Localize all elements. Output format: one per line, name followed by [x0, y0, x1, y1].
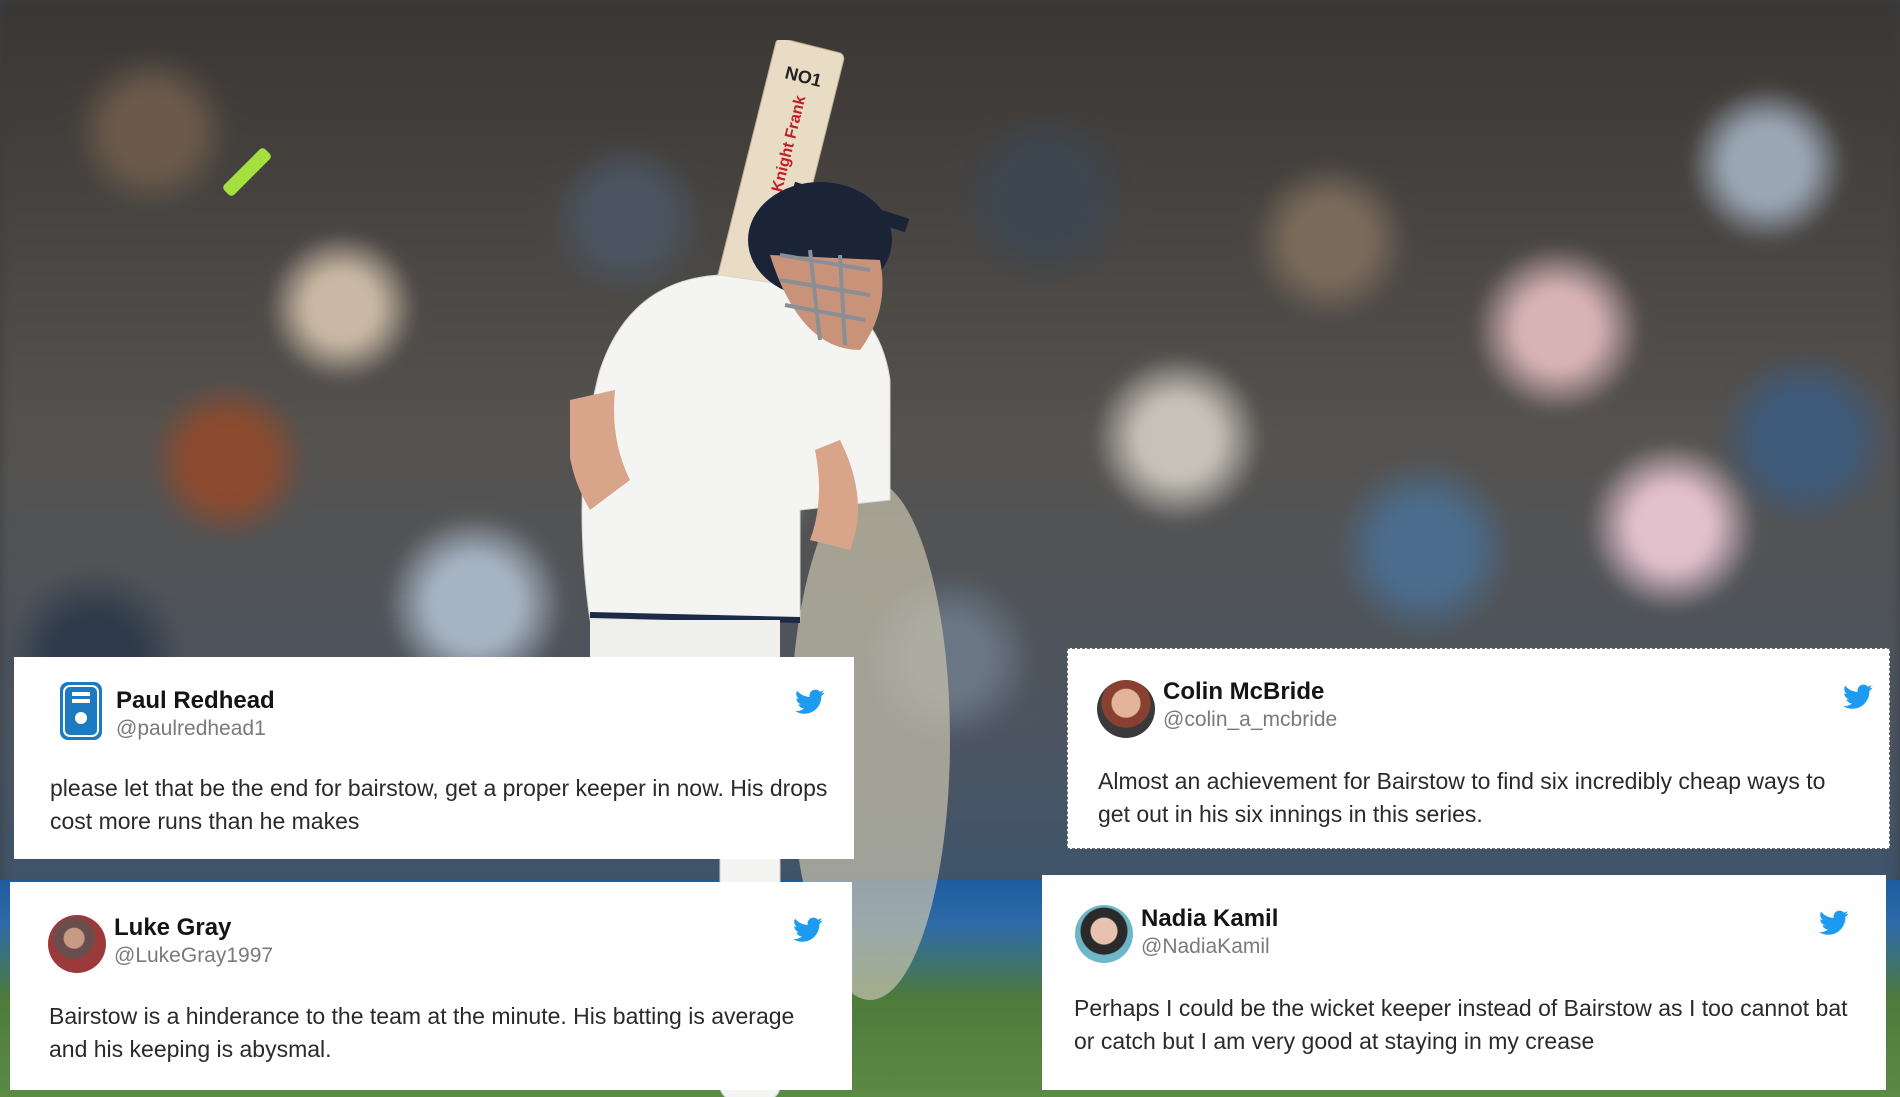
tweet-card: Colin McBride @colin_a_mcbride Almost an…	[1067, 648, 1890, 849]
profile-photo-icon	[1097, 680, 1155, 738]
tweet-author-name: Nadia Kamil	[1141, 905, 1279, 932]
profile-photo-icon	[1075, 905, 1133, 963]
twitter-bird-icon[interactable]	[1843, 684, 1873, 710]
tweet-author-name: Luke Gray	[114, 914, 232, 941]
tweet-card: Luke Gray @LukeGray1997 Bairstow is a hi…	[10, 882, 852, 1090]
tweet-author-name: Paul Redhead	[116, 687, 275, 714]
twitter-bird-icon[interactable]	[793, 917, 823, 943]
twitter-bird-icon[interactable]	[1819, 910, 1849, 936]
tweet-text: Bairstow is a hinderance to the team at …	[49, 1003, 795, 1062]
twitter-bird-icon[interactable]	[795, 689, 825, 715]
tweet-author-name: Colin McBride	[1163, 678, 1325, 705]
tweet-card: Nadia Kamil @NadiaKamil Perhaps I could …	[1042, 875, 1886, 1090]
tweet-card: Paul Redhead @paulredhead1 please let th…	[14, 657, 854, 859]
tweet-author-handle[interactable]: @NadiaKamil	[1141, 935, 1270, 959]
tweet-text: Perhaps I could be the wicket keeper ins…	[1074, 995, 1848, 1054]
tweet-author-handle[interactable]: @LukeGray1997	[114, 944, 273, 968]
tweet-text: please let that be the end for bairstow,…	[50, 775, 828, 834]
tweet-author-handle[interactable]: @colin_a_mcbride	[1163, 708, 1337, 732]
tweet-text: Almost an achievement for Bairstow to fi…	[1098, 768, 1826, 827]
guide-dogs-logo-icon	[60, 682, 102, 740]
profile-photo-icon	[48, 915, 106, 973]
tweet-author-handle[interactable]: @paulredhead1	[116, 717, 266, 741]
